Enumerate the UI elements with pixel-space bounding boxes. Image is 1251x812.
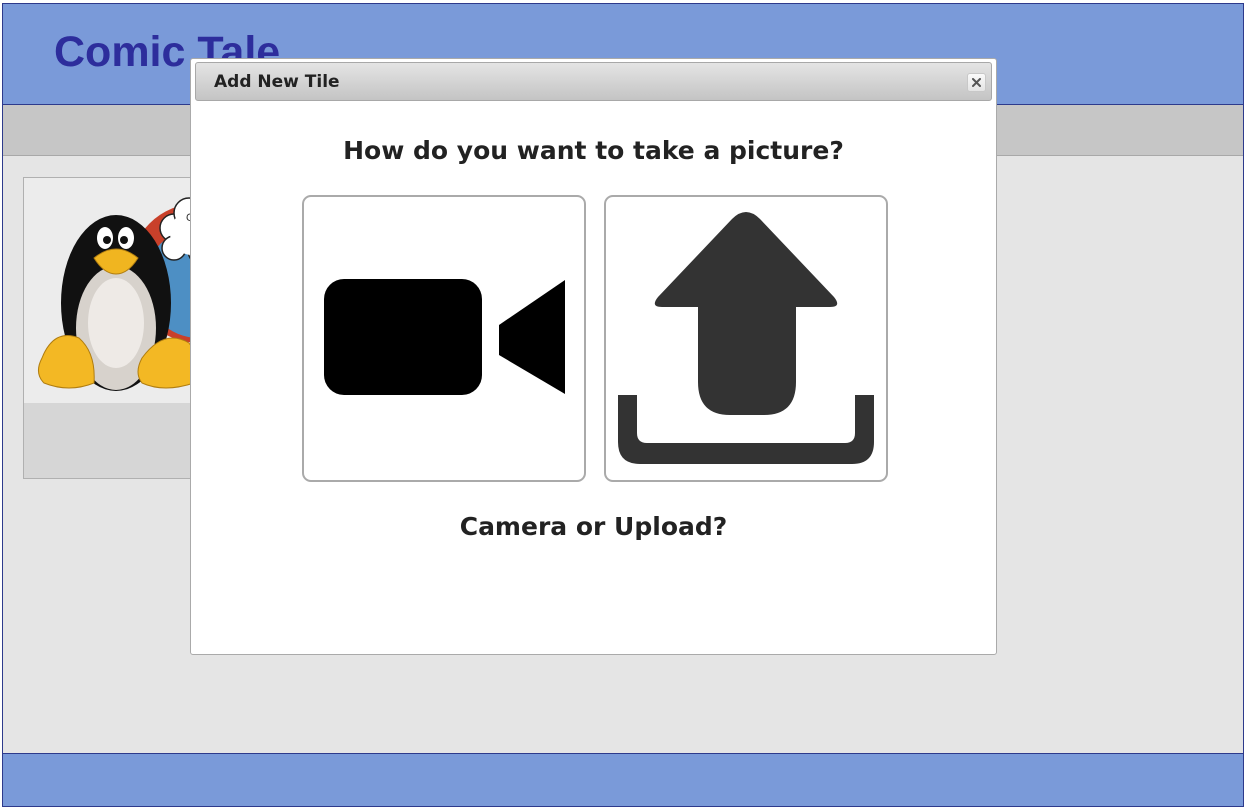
dialog-titlebar[interactable]: Add New Tile: [195, 62, 992, 101]
dialog-title: Add New Tile: [214, 72, 340, 92]
camera-option-button[interactable]: [302, 195, 586, 482]
dialog-prompt: Camera or Upload?: [459, 512, 728, 541]
add-tile-dialog: Add New Tile How do you want to take a p…: [190, 58, 997, 655]
upload-option-button[interactable]: [604, 195, 888, 482]
video-camera-icon: [324, 279, 565, 395]
app-footer: [3, 753, 1243, 806]
close-icon: [972, 78, 981, 87]
dialog-question: How do you want to take a picture?: [343, 136, 844, 165]
close-button[interactable]: [967, 73, 986, 92]
upload-icon: [618, 212, 874, 464]
